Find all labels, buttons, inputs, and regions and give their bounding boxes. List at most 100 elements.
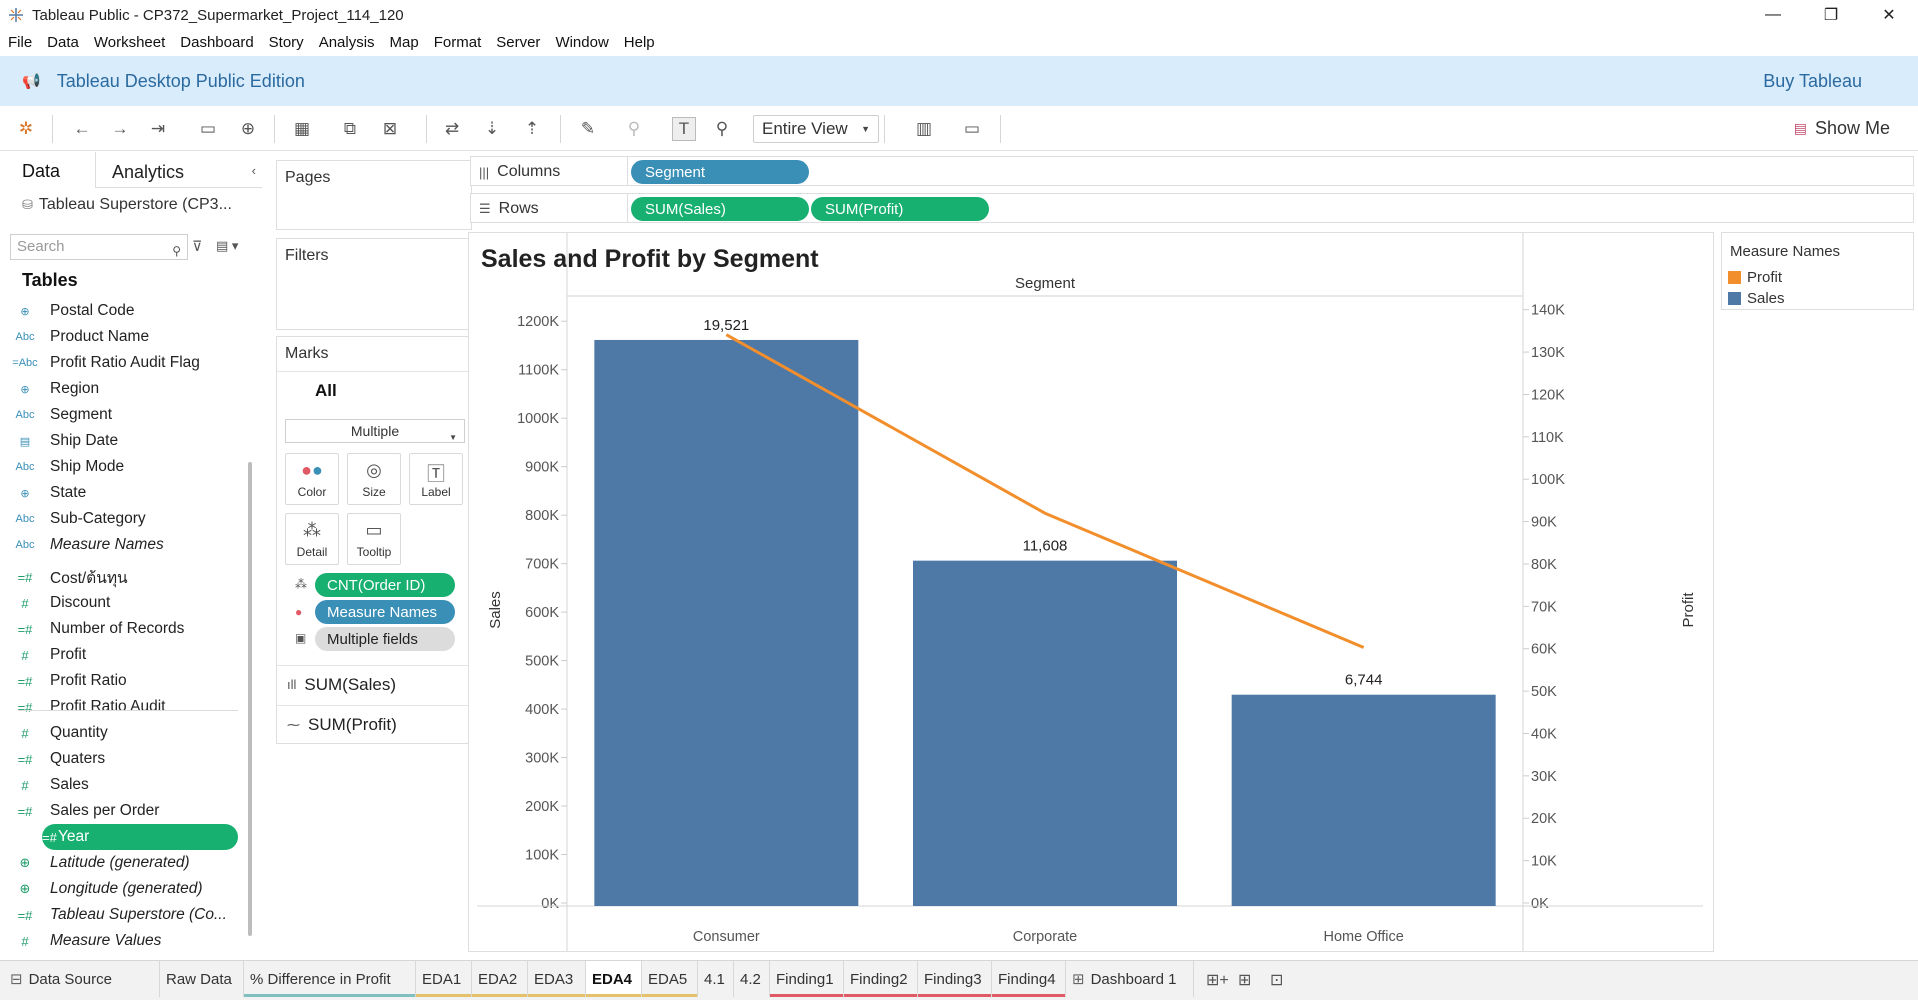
- sheet-tab[interactable]: Finding4: [992, 961, 1066, 997]
- sum-sales-pill[interactable]: SUM(Sales): [631, 197, 809, 221]
- buy-tableau-link[interactable]: Buy Tableau: [1763, 71, 1862, 92]
- field-item[interactable]: Abc Measure Names: [0, 532, 242, 558]
- legend-item-sales[interactable]: Sales: [1728, 290, 1785, 307]
- field-item[interactable]: # Sales: [0, 772, 242, 798]
- segment-pill[interactable]: Segment: [631, 160, 809, 184]
- label-button[interactable]: 🅃 Label: [409, 453, 463, 505]
- field-item[interactable]: =# Cost/ต้นทุน: [0, 564, 242, 590]
- menu-worksheet[interactable]: Worksheet: [94, 34, 165, 51]
- close-button[interactable]: ✕: [1860, 0, 1918, 30]
- field-item[interactable]: # Measure Values: [0, 928, 242, 954]
- show-me-button[interactable]: ▤ Show Me: [1794, 118, 1890, 139]
- data-pane-scrollbar[interactable]: [248, 462, 252, 936]
- sheet-tab[interactable]: Finding2: [844, 961, 918, 997]
- menu-analysis[interactable]: Analysis: [319, 34, 375, 51]
- rows-shelf[interactable]: ☰ Rows SUM(Sales) SUM(Profit): [470, 193, 1914, 223]
- field-item[interactable]: =# Profit Ratio Audit: [0, 694, 242, 720]
- view-canvas[interactable]: Sales and Profit by Segment Segment 0K 100…: [468, 232, 1714, 952]
- menu-story[interactable]: Story: [269, 34, 304, 51]
- menu-map[interactable]: Map: [390, 34, 419, 51]
- field-item[interactable]: =Abc Profit Ratio Audit Flag: [0, 350, 242, 376]
- swap-axes-icon[interactable]: ⇄: [440, 117, 464, 141]
- menu-file[interactable]: File: [8, 34, 32, 51]
- sheet-tab[interactable]: ⊟ Data Source: [0, 961, 160, 997]
- field-item[interactable]: ⊕ Longitude (generated): [0, 876, 242, 902]
- sheet-tab[interactable]: 4.2: [734, 961, 770, 997]
- menu-format[interactable]: Format: [434, 34, 482, 51]
- filters-card[interactable]: Filters: [276, 238, 472, 330]
- show-mark-labels-icon[interactable]: T: [672, 117, 696, 141]
- group-members-icon[interactable]: ⚲: [622, 117, 646, 141]
- field-item[interactable]: =# Number of Records: [0, 616, 242, 642]
- sheet-tab[interactable]: Raw Data: [160, 961, 244, 997]
- search-input[interactable]: Search ⚲: [10, 234, 188, 260]
- sum-profit-pill[interactable]: SUM(Profit): [811, 197, 989, 221]
- field-item[interactable]: Abc Sub-Category: [0, 506, 242, 532]
- view-options-icon[interactable]: ▤ ▾: [216, 238, 238, 254]
- show-cards-icon[interactable]: ▥: [912, 117, 936, 141]
- field-item[interactable]: =# Sales per Order: [0, 798, 242, 824]
- duplicate-sheet-icon[interactable]: ⧉: [338, 117, 362, 141]
- tableau-home-icon[interactable]: ✲: [14, 117, 38, 141]
- marks-all-tab[interactable]: All: [315, 381, 337, 401]
- menu-dashboard[interactable]: Dashboard: [180, 34, 253, 51]
- save-menu-icon[interactable]: ⇥: [146, 117, 170, 141]
- redo-icon[interactable]: →: [108, 117, 132, 141]
- sheet-tab[interactable]: EDA2: [472, 961, 528, 997]
- legend-item-profit[interactable]: Profit: [1728, 269, 1782, 286]
- tooltip-button[interactable]: ▭ Tooltip: [347, 513, 401, 565]
- field-item[interactable]: =# Year: [42, 824, 238, 850]
- field-item[interactable]: # Quantity: [0, 720, 242, 746]
- field-item[interactable]: # Discount: [0, 590, 242, 616]
- clear-sheet-icon[interactable]: ⊠: [378, 117, 402, 141]
- sheet-tab[interactable]: EDA1: [416, 961, 472, 997]
- collapse-pane-icon[interactable]: ‹: [252, 163, 256, 178]
- field-item[interactable]: =# Profit Ratio: [0, 668, 242, 694]
- menu-help[interactable]: Help: [624, 34, 655, 51]
- sheet-tab[interactable]: EDA4: [586, 961, 642, 997]
- new-datasource-icon[interactable]: ⊕: [236, 117, 260, 141]
- field-item[interactable]: =# Tableau Superstore (Co...: [0, 902, 242, 928]
- size-button[interactable]: ◎ Size: [347, 453, 401, 505]
- fix-axes-icon[interactable]: ⚲: [710, 117, 734, 141]
- field-item[interactable]: ⊕ Latitude (generated): [0, 850, 242, 876]
- filter-icon[interactable]: ⊽: [192, 238, 202, 255]
- datasource-item[interactable]: ⛁ Tableau Superstore (CP3...: [22, 196, 232, 214]
- sheet-tab[interactable]: 4.1: [698, 961, 734, 997]
- sheet-tab[interactable]: EDA5: [642, 961, 698, 997]
- sheet-tab[interactable]: Finding3: [918, 961, 992, 997]
- field-item[interactable]: # Profit: [0, 642, 242, 668]
- field-item[interactable]: ⊕ Region: [0, 376, 242, 402]
- measure-names-pill[interactable]: Measure Names: [315, 600, 455, 624]
- undo-icon[interactable]: ←: [70, 117, 94, 141]
- new-story-icon[interactable]: ⊡: [1270, 970, 1283, 990]
- field-item[interactable]: Abc Product Name: [0, 324, 242, 350]
- sheet-tab[interactable]: Finding1: [770, 961, 844, 997]
- field-item[interactable]: ⊕ State: [0, 480, 242, 506]
- sheet-tab[interactable]: % Difference in Profit: [244, 961, 416, 997]
- save-icon[interactable]: ▭: [196, 117, 220, 141]
- sort-descending-icon[interactable]: ⇡: [520, 117, 544, 141]
- sort-ascending-icon[interactable]: ⇣: [480, 117, 504, 141]
- restore-button[interactable]: ❐: [1802, 0, 1860, 30]
- new-worksheet-icon[interactable]: ▦: [290, 117, 314, 141]
- field-item[interactable]: Abc Segment: [0, 402, 242, 428]
- columns-shelf[interactable]: ||| Columns Segment: [470, 156, 1914, 186]
- multiple-fields-pill[interactable]: Multiple fields: [315, 627, 455, 651]
- new-dashboard-icon[interactable]: ⊞: [1238, 970, 1251, 990]
- mark-type-dropdown[interactable]: Multiple ▼: [285, 419, 465, 443]
- field-item[interactable]: ▤ Ship Date: [0, 428, 242, 454]
- field-item[interactable]: ⊕ Postal Code: [0, 298, 242, 324]
- color-button[interactable]: ●● Color: [285, 453, 339, 505]
- cnt-order-id-pill[interactable]: CNT(Order ID): [315, 573, 455, 597]
- field-item[interactable]: =# Quaters: [0, 746, 242, 772]
- tab-analytics[interactable]: Analytics: [112, 162, 184, 183]
- pages-card[interactable]: Pages: [276, 160, 472, 230]
- tab-data[interactable]: Data: [22, 161, 60, 182]
- detail-button[interactable]: ⁂ Detail: [285, 513, 339, 565]
- fit-dropdown[interactable]: Entire View ▼: [753, 115, 879, 143]
- menu-window[interactable]: Window: [555, 34, 608, 51]
- highlight-icon[interactable]: ✎: [576, 117, 600, 141]
- field-item[interactable]: Abc Ship Mode: [0, 454, 242, 480]
- presentation-mode-icon[interactable]: ▭: [960, 117, 984, 141]
